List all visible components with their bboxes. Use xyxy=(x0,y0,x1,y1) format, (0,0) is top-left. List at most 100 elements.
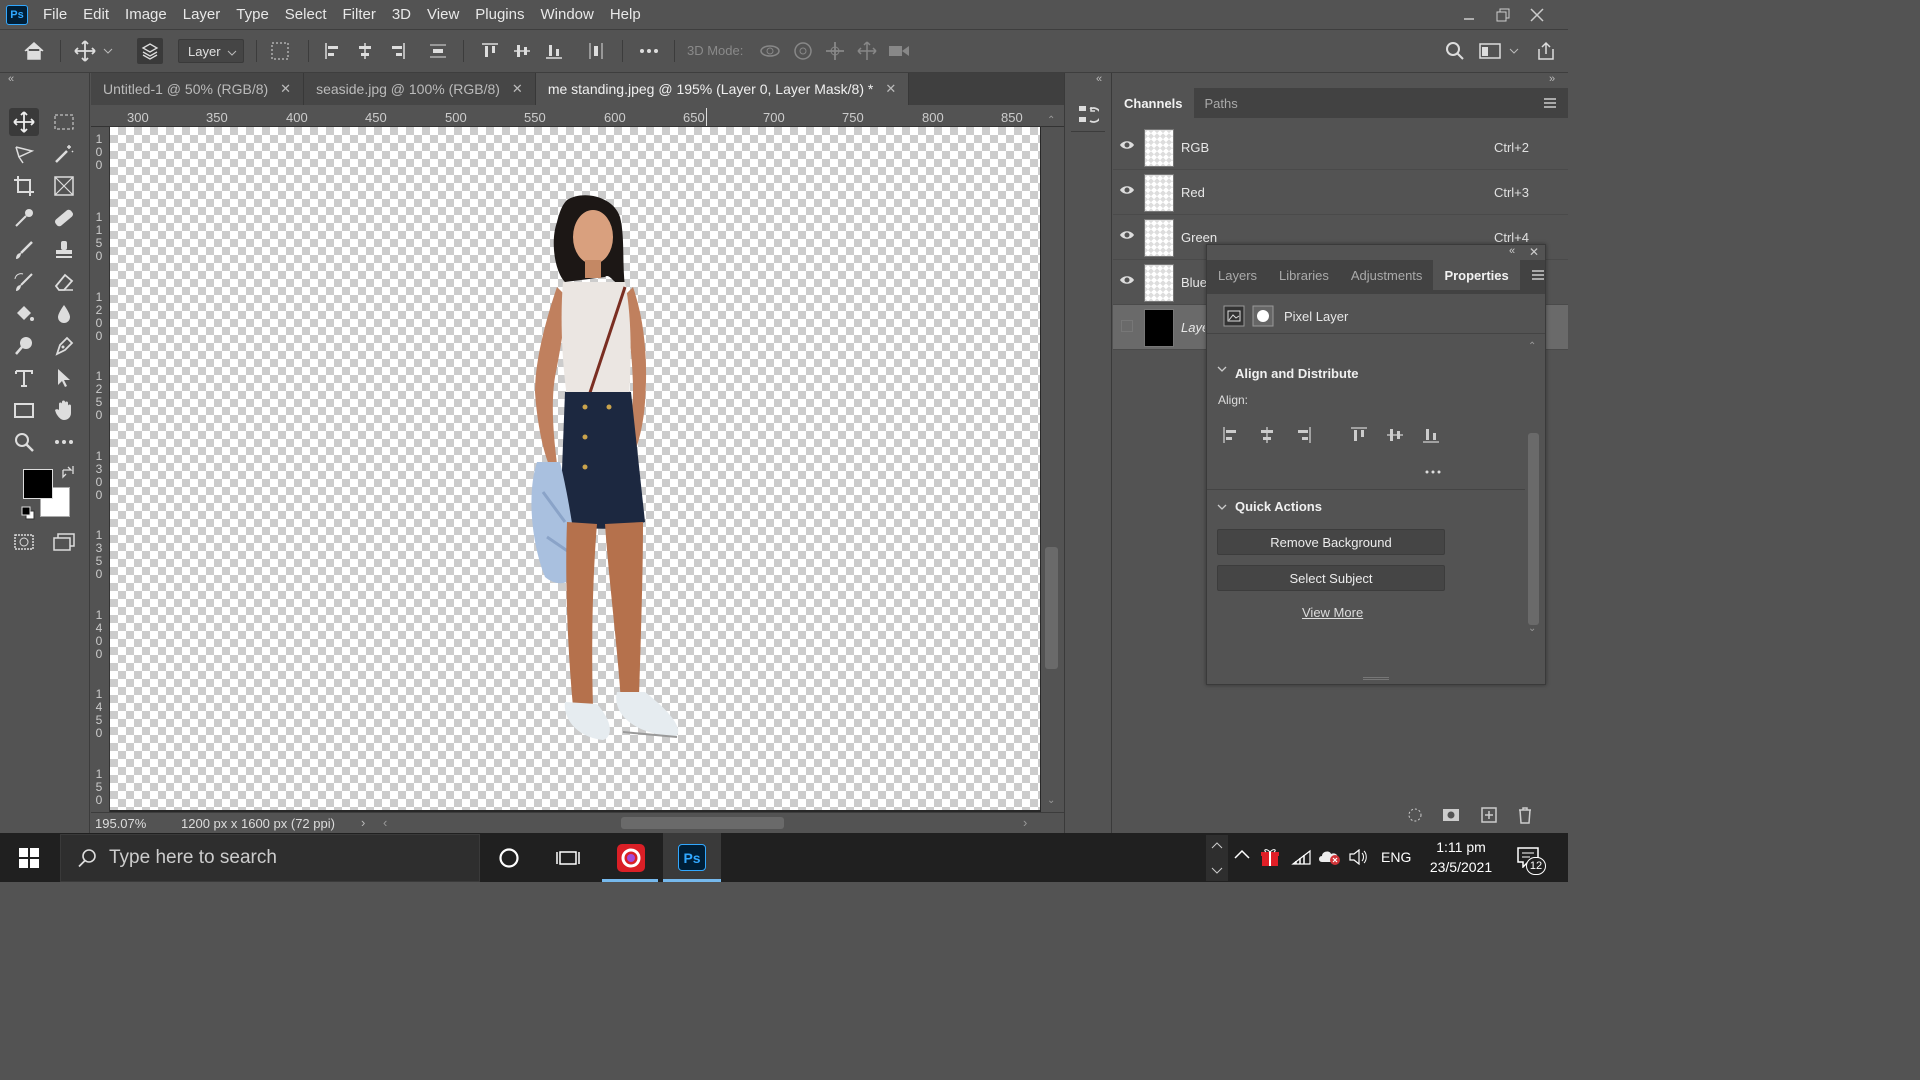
workspace-icon[interactable] xyxy=(1477,38,1503,64)
cortana-icon[interactable] xyxy=(480,833,538,882)
gift-icon[interactable] xyxy=(1260,847,1280,867)
lasso-tool-icon[interactable] xyxy=(9,140,39,168)
tab-libraries[interactable]: Libraries xyxy=(1268,260,1340,290)
eyedropper-icon[interactable] xyxy=(9,204,39,232)
visibility-eye-icon[interactable] xyxy=(1119,274,1135,286)
history-panel-icon[interactable] xyxy=(1077,103,1099,127)
history-brush-icon[interactable] xyxy=(9,268,39,296)
menu-plugins[interactable]: Plugins xyxy=(467,0,532,29)
align-right-icon[interactable] xyxy=(384,38,410,64)
more-align-options-icon[interactable] xyxy=(1425,470,1441,474)
clone-stamp-icon[interactable] xyxy=(49,236,79,264)
distribute-horizontal-icon[interactable] xyxy=(583,38,609,64)
quick-actions-title[interactable]: Quick Actions xyxy=(1235,499,1322,514)
close-tab-icon[interactable]: ✕ xyxy=(885,81,896,97)
taskbar-search-input[interactable]: Type here to search xyxy=(60,834,480,882)
language-indicator[interactable]: ENG xyxy=(1381,849,1411,865)
delete-channel-icon[interactable] xyxy=(1517,806,1533,824)
visibility-toggle[interactable] xyxy=(1121,320,1133,332)
share-icon[interactable] xyxy=(1533,38,1559,64)
onedrive-error-icon[interactable] xyxy=(1318,848,1342,866)
menu-type[interactable]: Type xyxy=(228,0,277,29)
chevron-down-icon[interactable] xyxy=(1217,503,1227,511)
align-hcenter-icon[interactable] xyxy=(352,38,378,64)
panel-menu-icon[interactable] xyxy=(1532,88,1568,118)
channel-row-red[interactable]: Red Ctrl+3 xyxy=(1113,170,1568,215)
crop-tool-icon[interactable] xyxy=(9,172,39,200)
wifi-icon[interactable] xyxy=(1291,849,1311,865)
properties-scrollbar[interactable]: ⌃ ⌄ xyxy=(1527,341,1541,640)
foreground-color-swatch[interactable] xyxy=(23,469,53,499)
align-top-icon[interactable] xyxy=(1350,426,1368,444)
close-tab-icon[interactable]: ✕ xyxy=(512,81,523,97)
type-tool-icon[interactable] xyxy=(9,364,39,392)
align-right-icon[interactable] xyxy=(1294,426,1312,444)
menu-file[interactable]: File xyxy=(35,0,75,29)
collapse-panel-icon[interactable]: » xyxy=(1549,73,1555,85)
menu-edit[interactable]: Edit xyxy=(75,0,117,29)
windows-start-icon[interactable] xyxy=(0,833,58,882)
menu-select[interactable]: Select xyxy=(277,0,335,29)
move-tool-icon[interactable] xyxy=(9,108,39,136)
restore-icon[interactable] xyxy=(1486,3,1520,27)
tab-properties[interactable]: Properties xyxy=(1433,260,1520,290)
mask-icon[interactable] xyxy=(1252,305,1274,327)
tab-layers[interactable]: Layers xyxy=(1207,260,1268,290)
new-channel-icon[interactable] xyxy=(1480,806,1498,824)
transparent-canvas[interactable] xyxy=(110,127,1040,810)
chevron-down-icon[interactable] xyxy=(100,38,116,64)
status-arrow-icon[interactable]: › xyxy=(361,815,365,830)
task-view-icon[interactable] xyxy=(539,833,597,882)
select-subject-button[interactable]: Select Subject xyxy=(1217,565,1445,591)
save-selection-icon[interactable] xyxy=(1442,807,1460,823)
channel-row-rgb[interactable]: RGB Ctrl+2 xyxy=(1113,125,1568,170)
edit-toolbar-icon[interactable] xyxy=(49,428,79,456)
remove-background-button[interactable]: Remove Background xyxy=(1217,529,1445,555)
menu-image[interactable]: Image xyxy=(117,0,175,29)
align-section-title[interactable]: Align and Distribute xyxy=(1235,366,1359,381)
close-panel-icon[interactable]: ✕ xyxy=(1529,245,1539,259)
align-left-icon[interactable] xyxy=(1222,426,1240,444)
swap-colors-icon[interactable] xyxy=(61,465,75,479)
align-left-icon[interactable] xyxy=(320,38,346,64)
rectangle-tool-icon[interactable] xyxy=(9,396,39,424)
scroll-right-icon[interactable]: › xyxy=(1023,815,1027,830)
resize-grip-icon[interactable] xyxy=(1363,677,1389,680)
show-hidden-icons-icon[interactable] xyxy=(1234,849,1250,859)
minimize-icon[interactable] xyxy=(1452,3,1486,27)
dodge-tool-icon[interactable] xyxy=(9,332,39,360)
panel-menu-icon[interactable] xyxy=(1520,260,1556,290)
scroll-up-icon[interactable]: ⌃ xyxy=(1047,115,1055,126)
align-bottom-icon[interactable] xyxy=(541,38,567,64)
blur-tool-icon[interactable] xyxy=(49,300,79,328)
more-options-icon[interactable] xyxy=(636,38,662,64)
screen-mode-icon[interactable] xyxy=(49,528,79,556)
quick-mask-icon[interactable] xyxy=(9,528,39,556)
eraser-tool-icon[interactable] xyxy=(49,268,79,296)
healing-brush-icon[interactable] xyxy=(49,204,79,232)
scroll-down-icon[interactable]: ⌄ xyxy=(1047,795,1055,806)
collapse-icon[interactable]: « xyxy=(1509,245,1515,257)
properties-scroll-thumb[interactable] xyxy=(1528,433,1539,625)
paint-bucket-icon[interactable] xyxy=(9,300,39,328)
creative-cloud-icon[interactable] xyxy=(602,833,660,882)
visibility-eye-icon[interactable] xyxy=(1119,139,1135,151)
photoshop-taskbar-icon[interactable]: Ps xyxy=(663,833,721,882)
collapse-toolbar-icon[interactable]: « xyxy=(8,73,14,85)
expand-panels-icon[interactable]: « xyxy=(1096,73,1102,85)
tab-channels[interactable]: Channels xyxy=(1113,88,1194,118)
scroll-left-icon[interactable]: ‹ xyxy=(383,815,387,830)
marquee-tool-icon[interactable] xyxy=(49,108,79,136)
auto-select-icon[interactable] xyxy=(137,38,163,64)
brush-tool-icon[interactable] xyxy=(9,236,39,264)
volume-icon[interactable] xyxy=(1348,849,1368,865)
menu-layer[interactable]: Layer xyxy=(175,0,229,29)
auto-select-dropdown[interactable]: Layer xyxy=(178,39,244,63)
tab-adjustments[interactable]: Adjustments xyxy=(1340,260,1434,290)
workspace-chevron-icon[interactable] xyxy=(1506,38,1522,64)
canvas-area[interactable] xyxy=(110,127,1064,814)
close-icon[interactable] xyxy=(1520,3,1554,27)
vertical-scroll-thumb[interactable] xyxy=(1045,547,1058,669)
transform-controls-icon[interactable] xyxy=(267,38,293,64)
taskbar-scroll[interactable] xyxy=(1206,835,1228,881)
